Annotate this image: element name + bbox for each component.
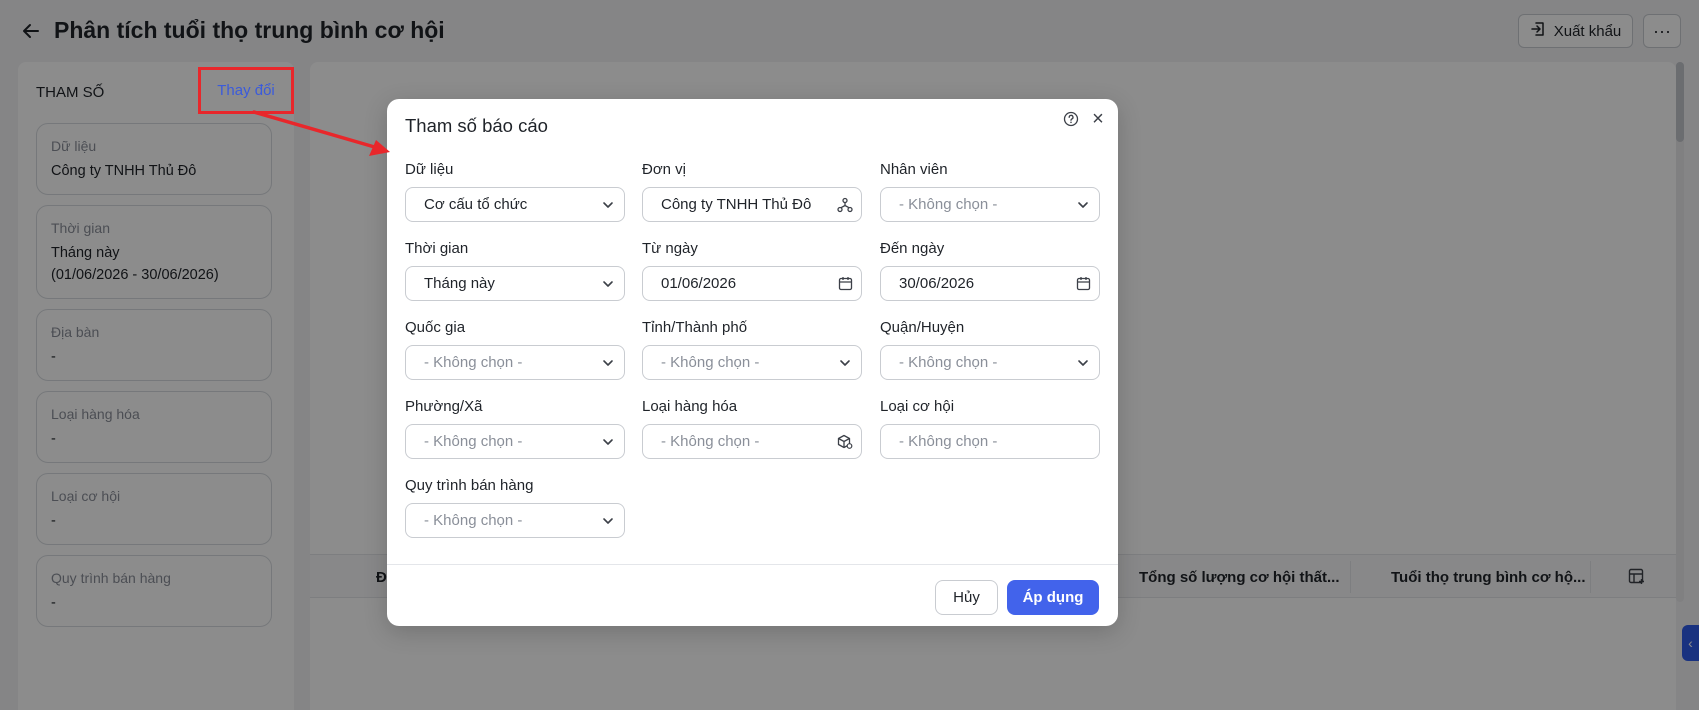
- product-icon[interactable]: [829, 425, 861, 458]
- apply-button[interactable]: Áp dụng: [1007, 580, 1099, 615]
- employee-select-placeholder: - Không chọn -: [899, 196, 998, 213]
- province-select[interactable]: - Không chọn -: [642, 345, 862, 380]
- chevron-down-icon: [592, 267, 624, 300]
- chevron-down-icon: [592, 504, 624, 537]
- from-date-field[interactable]: 01/06/2026: [642, 266, 862, 301]
- field-label-province: Tỉnh/Thành phố: [642, 319, 748, 336]
- country-select[interactable]: - Không chọn -: [405, 345, 625, 380]
- ward-select-placeholder: - Không chọn -: [424, 433, 523, 450]
- change-params-link[interactable]: Thay đổi: [198, 67, 294, 114]
- cancel-button[interactable]: Hủy: [935, 580, 998, 615]
- ward-select[interactable]: - Không chọn -: [405, 424, 625, 459]
- data-select[interactable]: Cơ cấu tổ chức: [405, 187, 625, 222]
- org-tree-icon[interactable]: [829, 188, 861, 221]
- sales-process-select[interactable]: - Không chọn -: [405, 503, 625, 538]
- field-label-from-date: Từ ngày: [642, 240, 698, 257]
- opportunity-type-field[interactable]: - Không chọn -: [880, 424, 1100, 459]
- field-label-to-date: Đến ngày: [880, 240, 945, 257]
- sales-process-placeholder: - Không chọn -: [424, 512, 523, 529]
- data-select-value: Cơ cấu tổ chức: [424, 196, 528, 213]
- help-icon[interactable]: [1061, 109, 1081, 129]
- chevron-down-icon: [592, 188, 624, 221]
- chevron-down-icon: [1067, 188, 1099, 221]
- chevron-down-icon: [592, 425, 624, 458]
- employee-select[interactable]: - Không chọn -: [880, 187, 1100, 222]
- dialog-footer: Hủy Áp dụng: [387, 564, 1118, 626]
- to-date-value: 30/06/2026: [899, 275, 975, 292]
- time-period-select[interactable]: Tháng này: [405, 266, 625, 301]
- unit-picker[interactable]: Công ty TNHH Thủ Đô: [642, 187, 862, 222]
- close-icon[interactable]: ×: [1087, 108, 1109, 130]
- time-period-value: Tháng này: [424, 275, 495, 292]
- field-label-time: Thời gian: [405, 240, 469, 257]
- report-params-dialog: Tham số báo cáo × Dữ liệu Cơ cấu tổ chức…: [387, 99, 1118, 626]
- from-date-value: 01/06/2026: [661, 275, 737, 292]
- chevron-down-icon: [592, 346, 624, 379]
- chevron-down-icon: [829, 346, 861, 379]
- province-select-placeholder: - Không chọn -: [661, 354, 760, 371]
- field-label-employee: Nhân viên: [880, 161, 948, 178]
- district-select[interactable]: - Không chọn -: [880, 345, 1100, 380]
- field-label-data: Dữ liệu: [405, 161, 454, 178]
- unit-picker-value: Công ty TNHH Thủ Đô: [661, 196, 812, 213]
- to-date-field[interactable]: 30/06/2026: [880, 266, 1100, 301]
- field-label-sales-process: Quy trình bán hàng: [405, 477, 534, 494]
- opportunity-type-placeholder: - Không chọn -: [899, 433, 998, 450]
- field-label-opportunity-type: Loại cơ hội: [880, 398, 955, 415]
- product-type-picker[interactable]: - Không chọn -: [642, 424, 862, 459]
- field-label-product-type: Loại hàng hóa: [642, 398, 738, 415]
- product-type-placeholder: - Không chọn -: [661, 433, 760, 450]
- calendar-icon[interactable]: [829, 267, 861, 300]
- field-label-ward: Phường/Xã: [405, 398, 483, 415]
- field-label-district: Quận/Huyện: [880, 319, 965, 336]
- calendar-icon[interactable]: [1067, 267, 1099, 300]
- country-select-placeholder: - Không chọn -: [424, 354, 523, 371]
- district-select-placeholder: - Không chọn -: [899, 354, 998, 371]
- dialog-title: Tham số báo cáo: [405, 115, 548, 136]
- field-label-country: Quốc gia: [405, 319, 466, 336]
- field-label-unit: Đơn vị: [642, 161, 687, 178]
- chevron-down-icon: [1067, 346, 1099, 379]
